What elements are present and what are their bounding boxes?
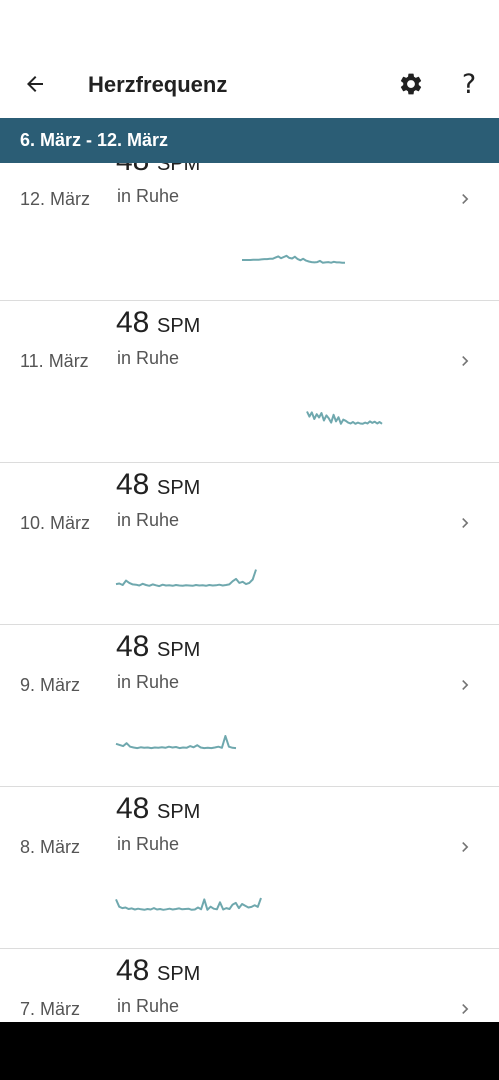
week-range-header: 6. März - 12. März	[0, 118, 499, 163]
day-date: 9. März	[20, 675, 81, 695]
resting-label: in Ruhe	[117, 348, 180, 368]
day-row[interactable]: 48 SPM 7. März in Ruhe	[0, 949, 499, 1022]
help-button[interactable]: ?	[448, 63, 490, 105]
sparkline-path	[242, 254, 345, 264]
heart-rate-value: 48	[116, 630, 150, 663]
day-row[interactable]: 48 SPM 9. März in Ruhe	[0, 625, 499, 787]
back-button[interactable]	[14, 63, 56, 105]
chevron-right-icon	[462, 842, 469, 852]
resting-label: in Ruhe	[117, 996, 180, 1016]
chevron-right-icon	[462, 1004, 469, 1014]
heart-rate-unit: SPM	[157, 163, 201, 175]
page-title: Herzfrequenz	[88, 72, 228, 97]
chevron-right-icon	[462, 194, 469, 204]
day-date: 8. März	[20, 837, 81, 857]
resting-label: in Ruhe	[117, 834, 180, 854]
heart-rate-sparkline	[242, 254, 345, 264]
heart-rate-sparkline	[115, 735, 237, 750]
day-row[interactable]: 48 SPM 10. März in Ruhe	[0, 463, 499, 625]
chevron-right-icon	[462, 356, 469, 366]
status-bar	[0, 0, 499, 52]
resting-label: in Ruhe	[117, 672, 180, 692]
resting-label: in Ruhe	[117, 510, 180, 530]
heart-rate-unit: SPM	[157, 477, 201, 499]
chevron-right-icon	[462, 680, 469, 690]
heart-rate-sparkline	[115, 897, 262, 911]
heart-rate-unit: SPM	[157, 963, 201, 985]
day-row[interactable]: 48 SPM 8. März in Ruhe	[0, 787, 499, 949]
sparkline-path	[115, 735, 237, 750]
heart-rate-sparkline	[115, 569, 257, 588]
heart-rate-value: 48	[116, 163, 149, 178]
resting-label: in Ruhe	[117, 186, 180, 206]
sparkline-path	[115, 897, 262, 911]
day-date: 11. März	[20, 351, 89, 371]
day-row[interactable]: 48 SPM 12. März in Ruhe	[0, 163, 499, 301]
arrow-left-icon	[27, 76, 43, 92]
system-navigation-bar	[0, 1022, 499, 1080]
heart-rate-sparkline	[306, 411, 383, 425]
sparkline-path	[115, 569, 257, 588]
heart-rate-unit: SPM	[157, 315, 201, 337]
settings-button[interactable]	[390, 63, 432, 105]
heart-rate-unit: SPM	[157, 639, 201, 661]
daily-heart-rate-list[interactable]: 48 SPM 12. März in Ruhe 48 SPM 11. März in Ruhe…	[0, 163, 499, 1022]
day-date: 10. März	[20, 513, 91, 533]
day-date: 7. März	[20, 999, 81, 1019]
app-bar: Herzfrequenz ?	[0, 52, 499, 118]
day-date: 12. März	[20, 189, 91, 209]
day-row[interactable]: 48 SPM 11. März in Ruhe	[0, 301, 499, 463]
heart-rate-value: 48	[116, 954, 150, 987]
chevron-right-icon	[462, 518, 469, 528]
heart-rate-value: 48	[116, 792, 150, 825]
heart-rate-value: 48	[116, 306, 150, 339]
heart-rate-unit: SPM	[157, 801, 201, 823]
heart-rate-value: 48	[116, 468, 150, 501]
gear-icon	[400, 73, 422, 95]
sparkline-path	[306, 411, 383, 425]
